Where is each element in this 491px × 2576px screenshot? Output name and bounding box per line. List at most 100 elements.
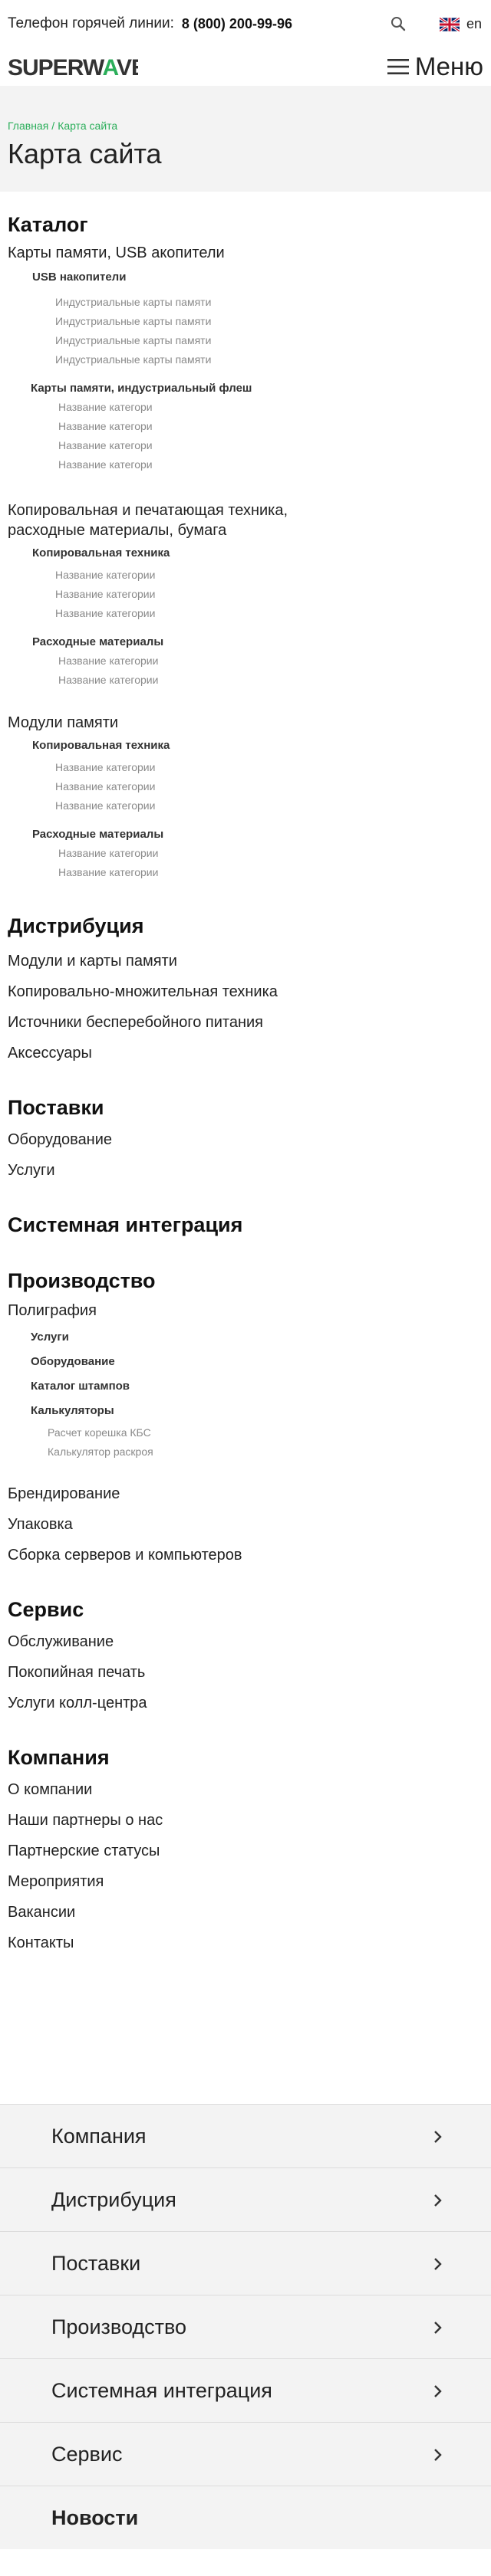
sitemap-group[interactable]: Оборудование — [31, 1350, 483, 1374]
hamburger-icon — [387, 59, 409, 74]
chevron-right-icon — [434, 2131, 442, 2143]
sitemap-sublink[interactable]: Название категори — [58, 417, 483, 436]
section-title-supplies[interactable]: Поставки — [8, 1096, 483, 1120]
chevron-right-icon — [434, 2449, 442, 2461]
page-title: Карта сайта — [8, 138, 162, 169]
sitemap-link[interactable]: Услуги — [8, 1155, 483, 1186]
chevron-right-icon — [434, 2194, 442, 2207]
breadcrumb-current[interactable]: Карта сайта — [58, 120, 117, 132]
breadcrumb-home[interactable]: Главная — [8, 120, 48, 132]
hotline-phone-link[interactable]: 8 (800) 200-99-96 — [182, 16, 292, 32]
sitemap-link[interactable]: Сборка серверов и компьютеров — [8, 1540, 483, 1570]
sitemap-link[interactable]: Полиграфия — [8, 1301, 483, 1321]
title-band: Главная / Карта сайта Карта сайта — [0, 86, 491, 192]
breadcrumb-separator: / — [51, 120, 55, 132]
sitemap-link[interactable]: Контакты — [8, 1928, 483, 1958]
sitemap-group[interactable]: USB накопители — [32, 271, 483, 284]
sitemap-link[interactable]: Мероприятия — [8, 1866, 483, 1897]
sitemap-link[interactable]: О компании — [8, 1774, 483, 1805]
sitemap-sublink[interactable]: Название категори — [58, 398, 483, 417]
language-label: en — [466, 16, 483, 31]
sitemap-link[interactable]: Копировально-множительная техника — [8, 976, 483, 1007]
sitemap-link[interactable]: Карты памяти, USB акопители — [8, 243, 483, 263]
sitemap-link[interactable]: Модули и карты памяти — [8, 946, 483, 976]
sitemap-link[interactable]: Модули памяти — [8, 713, 483, 733]
sitemap-link[interactable]: Услуги колл-центра — [8, 1688, 483, 1718]
sitemap-group[interactable]: Услуги — [31, 1325, 483, 1350]
top-bar: Телефон горячей линии: 8 (800) 200-99-96… — [0, 0, 491, 48]
sitemap-link[interactable]: Оборудование — [8, 1124, 483, 1155]
section-title-catalog[interactable]: Каталог — [8, 213, 483, 237]
footer-menu-item-service[interactable]: Сервис — [0, 2422, 491, 2486]
sitemap: Каталог Карты памяти, USB акопители USB … — [0, 213, 491, 1958]
breadcrumb: Главная / Карта сайта — [8, 120, 483, 132]
sitemap-sublink[interactable]: Название категории — [55, 777, 483, 796]
footer-menu-item-distribution[interactable]: Дистрибуция — [0, 2167, 491, 2231]
sitemap-group[interactable]: Расходные материалы — [32, 828, 483, 841]
sitemap-sublink[interactable]: Индустриальные карты памяти — [55, 293, 483, 312]
sitemap-link[interactable]: Наши партнеры о нас — [8, 1805, 483, 1836]
sitemap-group[interactable]: Карты памяти, индустриальный флеш — [31, 382, 483, 395]
sitemap-link[interactable]: Источники бесперебойного питания — [8, 1007, 483, 1038]
sitemap-sublink[interactable]: Название категории — [58, 671, 483, 690]
footer-menu-item-company[interactable]: Компания — [0, 2104, 491, 2167]
footer-menu-label: Новости — [51, 2505, 139, 2529]
sitemap-link[interactable]: Упаковка — [8, 1509, 483, 1540]
sitemap-sublink[interactable]: Название категории — [58, 651, 483, 671]
sitemap-link-line: Копировальная и печатающая техника, — [8, 502, 288, 519]
logo[interactable]: SUPERWAVE — [8, 54, 138, 80]
sitemap-sublink[interactable]: Название категории — [55, 796, 483, 815]
sitemap-link[interactable]: Обслуживание — [8, 1626, 483, 1657]
section-title-production[interactable]: Производство — [8, 1269, 483, 1293]
sitemap-sublink[interactable]: Индустриальные карты памяти — [55, 350, 483, 369]
logo-text: SUPERWAVE — [8, 55, 138, 80]
sitemap-link[interactable]: Партнерские статусы — [8, 1836, 483, 1866]
sitemap-link[interactable]: Аксессуары — [8, 1038, 483, 1068]
sitemap-sublink[interactable]: Название категории — [58, 863, 483, 882]
section-title-integration[interactable]: Системная интеграция — [8, 1213, 483, 1237]
sitemap-sublink[interactable]: Название категории — [55, 566, 483, 585]
sitemap-group[interactable]: Калькуляторы — [31, 1399, 483, 1423]
footer-menu-item-production[interactable]: Производство — [0, 2295, 491, 2358]
chevron-right-icon — [434, 2385, 442, 2397]
footer-menu-label: Производство — [51, 2315, 187, 2338]
language-switch[interactable]: en — [440, 16, 482, 32]
sitemap-sublink[interactable]: Расчет корешка КБС — [48, 1423, 483, 1442]
section-title-company[interactable]: Компания — [8, 1746, 483, 1770]
sitemap-sublink[interactable]: Калькулятор раскроя — [48, 1442, 483, 1462]
sitemap-link[interactable]: Вакансии — [8, 1897, 483, 1928]
sitemap-sublink[interactable]: Название категори — [58, 455, 483, 474]
nav-bar: SUPERWAVE Меню — [0, 48, 491, 86]
footer-menu-label: Системная интеграция — [51, 2378, 272, 2402]
sitemap-sublink[interactable]: Название категории — [55, 758, 483, 777]
menu-label: Меню — [414, 52, 483, 80]
footer-menu: Компания Дистрибуция Поставки Производст… — [0, 2104, 491, 2549]
sitemap-sublink[interactable]: Название категории — [55, 604, 483, 623]
footer-menu-label: Дистрибуция — [51, 2187, 176, 2211]
sitemap-sublink[interactable]: Название категори — [58, 436, 483, 455]
sitemap-link[interactable]: Брендирование — [8, 1478, 483, 1509]
section-title-distribution[interactable]: Дистрибуция — [8, 914, 483, 938]
menu-button[interactable]: Меню — [387, 52, 483, 81]
sitemap-sublink[interactable]: Индустриальные карты памяти — [55, 312, 483, 331]
sitemap-sublink[interactable]: Название категории — [58, 844, 483, 863]
chevron-right-icon — [434, 2258, 442, 2270]
sitemap-sublink[interactable]: Индустриальные карты памяти — [55, 331, 483, 350]
sitemap-sublink[interactable]: Название категории — [55, 585, 483, 604]
sitemap-group[interactable]: Расходные материалы — [32, 635, 483, 648]
sitemap-group[interactable]: Каталог штампов — [31, 1374, 483, 1399]
section-title-service[interactable]: Сервис — [8, 1598, 483, 1622]
sitemap-group[interactable]: Копировальная техника — [32, 739, 483, 752]
sitemap-link[interactable]: Покопийная печать — [8, 1657, 483, 1688]
sitemap-link[interactable]: Копировальная и печатающая техника, расх… — [8, 500, 483, 540]
footer-menu-label: Поставки — [51, 2251, 141, 2275]
search-icon[interactable] — [390, 15, 407, 32]
footer-menu-label: Сервис — [51, 2442, 123, 2466]
sitemap-group[interactable]: Копировальная техника — [32, 546, 483, 560]
footer-menu-item-news[interactable]: Новости — [0, 2486, 491, 2549]
footer-menu-item-supplies[interactable]: Поставки — [0, 2231, 491, 2295]
footer-menu-item-integration[interactable]: Системная интеграция — [0, 2358, 491, 2422]
hotline-label: Телефон горячей линии: — [8, 15, 174, 31]
sitemap-link-line: расходные материалы, бумага — [8, 522, 227, 539]
chevron-right-icon — [434, 2322, 442, 2334]
